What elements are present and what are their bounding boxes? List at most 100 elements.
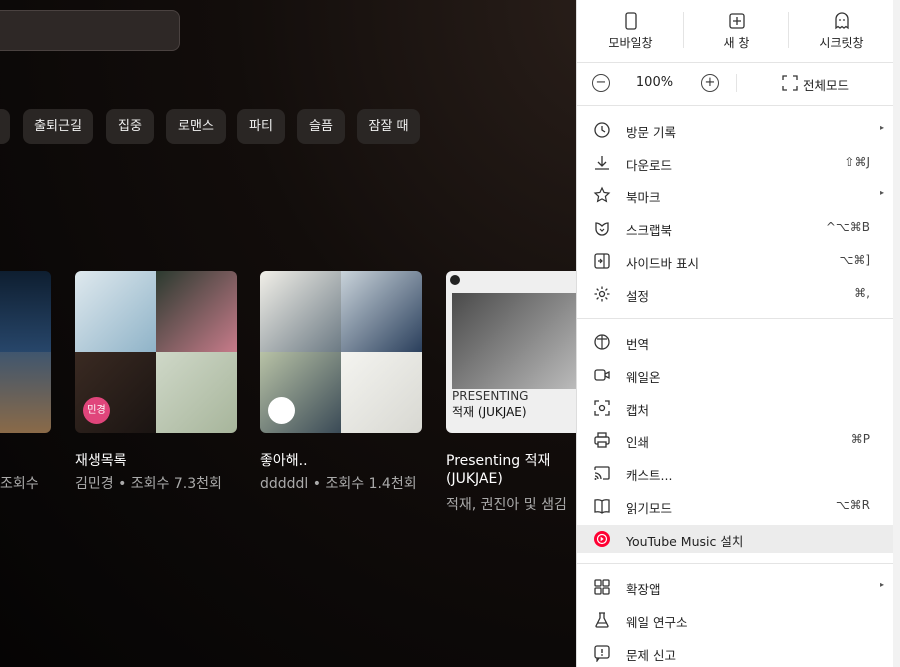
menu-item-label: 문제 신고 [626,648,676,663]
divider [577,563,894,564]
menu-item-capture[interactable]: 캡처 [577,394,894,422]
card-subtitle: 김민경 • 조회수 7.3천회 [75,476,222,492]
shortcut-text: ⌘, [854,286,870,300]
album-cover-text: PRESENTING [452,389,529,403]
card-title[interactable]: 재생목록 [75,450,127,470]
menu-item-label: 다운로드 [626,158,673,173]
print-icon [593,431,611,449]
zoom-in-button[interactable]: + [701,74,719,92]
menu-item-label: 캡처 [626,403,650,418]
shortcut-text: ⌘P [850,432,870,446]
zoom-out-button[interactable]: − [592,74,610,92]
chip-party[interactable]: 파티 [237,109,285,144]
menu-item-label: 번역 [626,337,650,352]
gear-icon [593,285,611,303]
shortcut-text: ⇧⌘J [844,155,870,169]
menu-item-sidebar[interactable]: 사이드바 표시 ⌥⌘] [577,247,894,275]
new-window-label: 새 창 [723,36,750,50]
chip-partial[interactable] [0,109,10,144]
menu-item-translate[interactable]: 번역 [577,328,894,356]
menu-item-label: 인쇄 [626,435,650,450]
menu-item-label: 사이드바 표시 [626,256,699,271]
avatar [268,397,295,424]
album-cover-text: 적재 (JUKJAE) [452,405,527,419]
card-title[interactable]: Presenting 적재 [446,450,550,470]
fullscreen-button[interactable]: 전체모드 [803,75,849,94]
sidebar-icon [593,252,611,270]
menu-item-label: 북마크 [626,190,661,205]
mobile-window-label: 모바일창 [608,36,653,50]
menu-item-settings[interactable]: 설정 ⌘, [577,280,894,308]
clock-icon [593,121,611,139]
mobile-icon [623,12,639,30]
new-window-icon [728,12,745,30]
chip-sleep[interactable]: 잠잘 때 [357,109,420,144]
video-icon [593,366,611,384]
download-icon [593,154,611,172]
youtube-music-icon [593,530,611,548]
menu-item-label: 확장앱 [626,582,661,597]
report-icon [593,644,611,662]
shortcut-text: ⌥⌘R [835,498,870,512]
new-window-button[interactable]: 새 창 [684,0,789,62]
menu-item-label: 읽기모드 [626,501,673,516]
avatar: 민경 [83,397,110,424]
menu-item-whale-labs[interactable]: 웨일 연구소 [577,606,894,634]
card-title[interactable]: 좋아해.. [260,450,308,470]
incognito-icon [834,12,850,30]
menu-item-scrapbook[interactable]: 스크랩북 ^⌥⌘B [577,214,894,242]
extensions-icon [593,578,611,596]
incognito-window-label: 시크릿창 [819,36,864,50]
flask-icon [593,611,611,629]
chip-focus[interactable]: 집중 [106,109,154,144]
submenu-arrow-icon: ▸ [879,123,884,132]
album-card[interactable]: PRESENTING 적재 (JUKJAE) [446,271,581,433]
browser-menu: 모바일창 새 창 시크릿창 − 100% + 전체모드 방문 기록 ▸ 다운로드… [576,0,894,667]
menu-item-label: 방문 기록 [626,125,676,140]
menu-item-report-issue[interactable]: 문제 신고 [577,639,894,667]
menu-item-label: 설정 [626,289,650,304]
menu-item-extensions[interactable]: 확장앱 ▸ [577,573,894,601]
menu-item-label: 캐스트... [626,468,673,483]
book-icon [593,497,611,515]
menu-item-print[interactable]: 인쇄 ⌘P [577,426,894,454]
menu-item-whaleon[interactable]: 웨일온 [577,361,894,389]
menu-item-downloads[interactable]: 다운로드 ⇧⌘J [577,149,894,177]
divider [577,105,894,106]
menu-item-install-youtube-music[interactable]: YouTube Music 설치 [577,525,894,553]
search-input[interactable] [0,10,180,51]
shortcut-text: ^⌥⌘B [825,220,870,234]
album-photo [452,293,581,389]
translate-icon [593,333,611,351]
card-title[interactable]: (JUKJAE) [446,471,503,487]
menu-item-label: 스크랩북 [626,223,673,238]
chip-commute[interactable]: 출퇴근길 [23,109,93,144]
playlist-card[interactable] [0,271,51,433]
menu-item-label: YouTube Music 설치 [626,534,744,549]
menu-item-bookmarks[interactable]: 북마크 ▸ [577,181,894,209]
menu-item-cast[interactable]: 캐스트... [577,459,894,487]
zoom-level: 100% [635,75,674,90]
submenu-arrow-icon: ▸ [879,580,884,589]
card-subtitle: 적재, 권진아 및 샘김 [446,497,567,513]
divider [577,318,894,319]
scrollbar[interactable] [893,0,900,667]
menu-item-label: 웨일 연구소 [626,615,688,630]
cast-icon [593,464,611,482]
scrapbook-icon [593,219,611,237]
card-subtitle: dddddl • 조회수 1.4천회 [260,476,417,492]
divider [736,74,737,92]
star-icon [593,186,611,204]
chip-romance[interactable]: 로맨스 [166,109,226,144]
chip-sad[interactable]: 슬픔 [297,109,345,144]
menu-item-history[interactable]: 방문 기록 ▸ [577,116,894,144]
incognito-window-button[interactable]: 시크릿창 [789,0,894,62]
divider [577,62,894,63]
card-subtitle: 조회수 [0,476,39,492]
menu-item-reader-mode[interactable]: 읽기모드 ⌥⌘R [577,492,894,520]
mobile-window-button[interactable]: 모바일창 [578,0,683,62]
capture-icon [593,399,611,417]
submenu-arrow-icon: ▸ [879,188,884,197]
menu-item-label: 웨일온 [626,370,661,385]
window-options: 모바일창 새 창 시크릿창 [577,0,894,62]
